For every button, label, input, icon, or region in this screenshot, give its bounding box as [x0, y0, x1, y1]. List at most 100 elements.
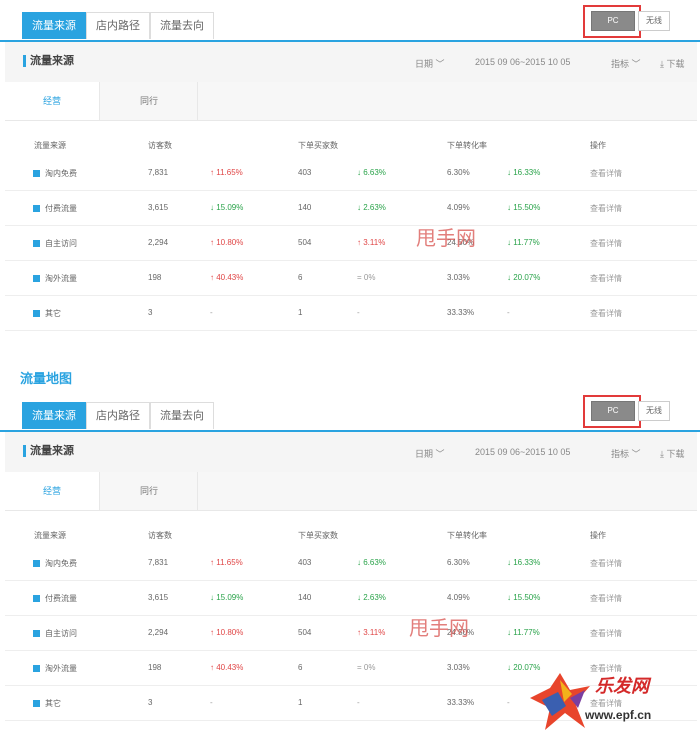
section-title: 流量来源: [23, 445, 74, 457]
date-dropdown[interactable]: 日期 ﹀: [415, 57, 445, 70]
buyers-change-value: 0%: [363, 663, 376, 672]
rate-cell: 4.09%: [447, 593, 470, 602]
rate-change: ↓ 20.07%: [507, 273, 541, 282]
buyers-cell: 6: [298, 273, 303, 282]
view-details-link[interactable]: 查看详情: [590, 593, 622, 604]
column-header: 操作: [590, 141, 606, 150]
table-row: 付费流量 3,615 ↓ 15.09% 140 ↓ 2.63% 4.09% ↓ 15.50%…: [5, 190, 697, 226]
pc-toggle[interactable]: PC: [591, 11, 635, 31]
date-label: 日期: [415, 59, 434, 69]
column-header: 访客数: [148, 531, 172, 540]
visitors-cell: 7,831: [148, 168, 169, 177]
tab-traffic-source[interactable]: 流量来源: [22, 12, 86, 39]
view-details-link[interactable]: 查看详情: [590, 168, 622, 179]
plus-square-icon[interactable]: [33, 595, 40, 602]
tab-store-path[interactable]: 店内路径: [86, 12, 150, 39]
column-header: 下单买家数: [298, 141, 338, 150]
view-details-link[interactable]: 查看详情: [590, 558, 622, 569]
source-cell: 淘外流量: [33, 273, 77, 284]
source-label: 其它: [45, 309, 61, 318]
metrics-dropdown[interactable]: 指标 ﹀: [611, 57, 641, 70]
download-button[interactable]: ⤓ 下载: [660, 447, 685, 460]
source-label: 淘内免费: [45, 559, 77, 568]
visitors-change-value: -: [210, 698, 213, 707]
plus-square-icon[interactable]: [33, 700, 40, 707]
plus-square-icon[interactable]: [33, 310, 40, 317]
visitors-cell: 198: [148, 663, 162, 672]
tab-traffic-source[interactable]: 流量来源: [22, 402, 86, 429]
buyers-change: -: [357, 698, 360, 707]
tab-store-path[interactable]: 店内路径: [86, 402, 150, 429]
metrics-label: 指标: [611, 59, 630, 69]
buyers-cell: 1: [298, 308, 303, 317]
rate-change: ↓ 16.33%: [507, 168, 541, 177]
buyers-change-value: 2.63%: [363, 593, 386, 602]
plus-square-icon[interactable]: [33, 170, 40, 177]
visitors-change: ↑ 10.80%: [210, 238, 244, 247]
view-details-link[interactable]: 查看详情: [590, 628, 622, 639]
column-header: 访客数: [148, 141, 172, 150]
buyers-change-value: 2.63%: [363, 203, 386, 212]
wireless-toggle[interactable]: 无线: [638, 401, 670, 421]
tab-traffic-destination[interactable]: 流量去向: [150, 12, 214, 39]
plus-square-icon[interactable]: [33, 205, 40, 212]
pc-toggle[interactable]: PC: [591, 401, 635, 421]
subtab-operations[interactable]: 经营: [5, 472, 100, 510]
visitors-change: ↑ 10.80%: [210, 628, 244, 637]
rate-cell: 6.30%: [447, 168, 470, 177]
subtab-peers[interactable]: 同行: [101, 82, 198, 120]
buyers-change-value: 0%: [363, 273, 376, 282]
table-row: 淘内免费 7,831 ↑ 11.65% 403 ↓ 6.63% 6.30% ↓ 16.33%…: [5, 155, 697, 191]
view-details-link[interactable]: 查看详情: [590, 203, 622, 214]
source-label: 淘内免费: [45, 169, 77, 178]
rate-change-value: -: [507, 698, 510, 707]
chevron-down-icon: ﹀: [631, 449, 641, 459]
date-range: 2015 09 06~2015 10 05: [475, 57, 571, 67]
plus-square-icon[interactable]: [33, 630, 40, 637]
wireless-toggle[interactable]: 无线: [638, 11, 670, 31]
source-cell: 淘内免费: [33, 558, 77, 569]
table-row: 其它 3 - 1 - 33.33% - 查看详情: [5, 295, 697, 331]
buyers-change: = 0%: [357, 663, 376, 672]
plus-square-icon[interactable]: [33, 665, 40, 672]
rate-change: ↓ 16.33%: [507, 558, 541, 567]
download-button[interactable]: ⤓ 下载: [660, 57, 685, 70]
source-label: 淘外流量: [45, 664, 77, 673]
subtab-peers[interactable]: 同行: [101, 472, 198, 510]
section-header: 流量来源 日期 ﹀ 2015 09 06~2015 10 05 指标 ﹀ ⤓ 下…: [5, 42, 697, 83]
source-label: 自主访问: [45, 629, 77, 638]
view-details-link[interactable]: 查看详情: [590, 238, 622, 249]
buyers-change: ↓ 2.63%: [357, 203, 386, 212]
view-details-link[interactable]: 查看详情: [590, 273, 622, 284]
plus-square-icon[interactable]: [33, 560, 40, 567]
buyers-cell: 504: [298, 238, 312, 247]
visitors-change-value: -: [210, 308, 213, 317]
visitors-change: ↑ 11.65%: [210, 168, 243, 177]
rate-change-value: 11.77%: [513, 628, 540, 637]
main-tabs: 流量来源 店内路径 流量去向 PC 无线: [0, 390, 700, 432]
buyers-change: ↑ 3.11%: [357, 628, 386, 637]
column-header: 下单转化率: [447, 141, 487, 150]
visitors-cell: 3,615: [148, 593, 169, 602]
rate-change-value: 15.50%: [513, 593, 541, 602]
logo-url: www.epf.cn: [585, 708, 652, 722]
buyers-change-value: 3.11%: [363, 238, 386, 247]
buyers-cell: 403: [298, 558, 312, 567]
source-label: 淘外流量: [45, 274, 77, 283]
plus-square-icon[interactable]: [33, 240, 40, 247]
rate-change-value: 16.33%: [513, 168, 541, 177]
visitors-change: -: [210, 308, 213, 317]
plus-square-icon[interactable]: [33, 275, 40, 282]
visitors-cell: 3,615: [148, 203, 169, 212]
tab-traffic-destination[interactable]: 流量去向: [150, 402, 214, 429]
visitors-change: ↑ 40.43%: [210, 273, 244, 282]
source-cell: 淘外流量: [33, 663, 77, 674]
subtab-operations[interactable]: 经营: [5, 82, 100, 120]
metrics-dropdown[interactable]: 指标 ﹀: [611, 447, 641, 460]
date-dropdown[interactable]: 日期 ﹀: [415, 447, 445, 460]
source-cell: 自主访问: [33, 238, 77, 249]
view-details-link[interactable]: 查看详情: [590, 308, 622, 319]
rate-change-value: 20.07%: [513, 273, 541, 282]
rate-change-value: 16.33%: [513, 558, 541, 567]
buyers-change: ↓ 6.63%: [357, 558, 386, 567]
